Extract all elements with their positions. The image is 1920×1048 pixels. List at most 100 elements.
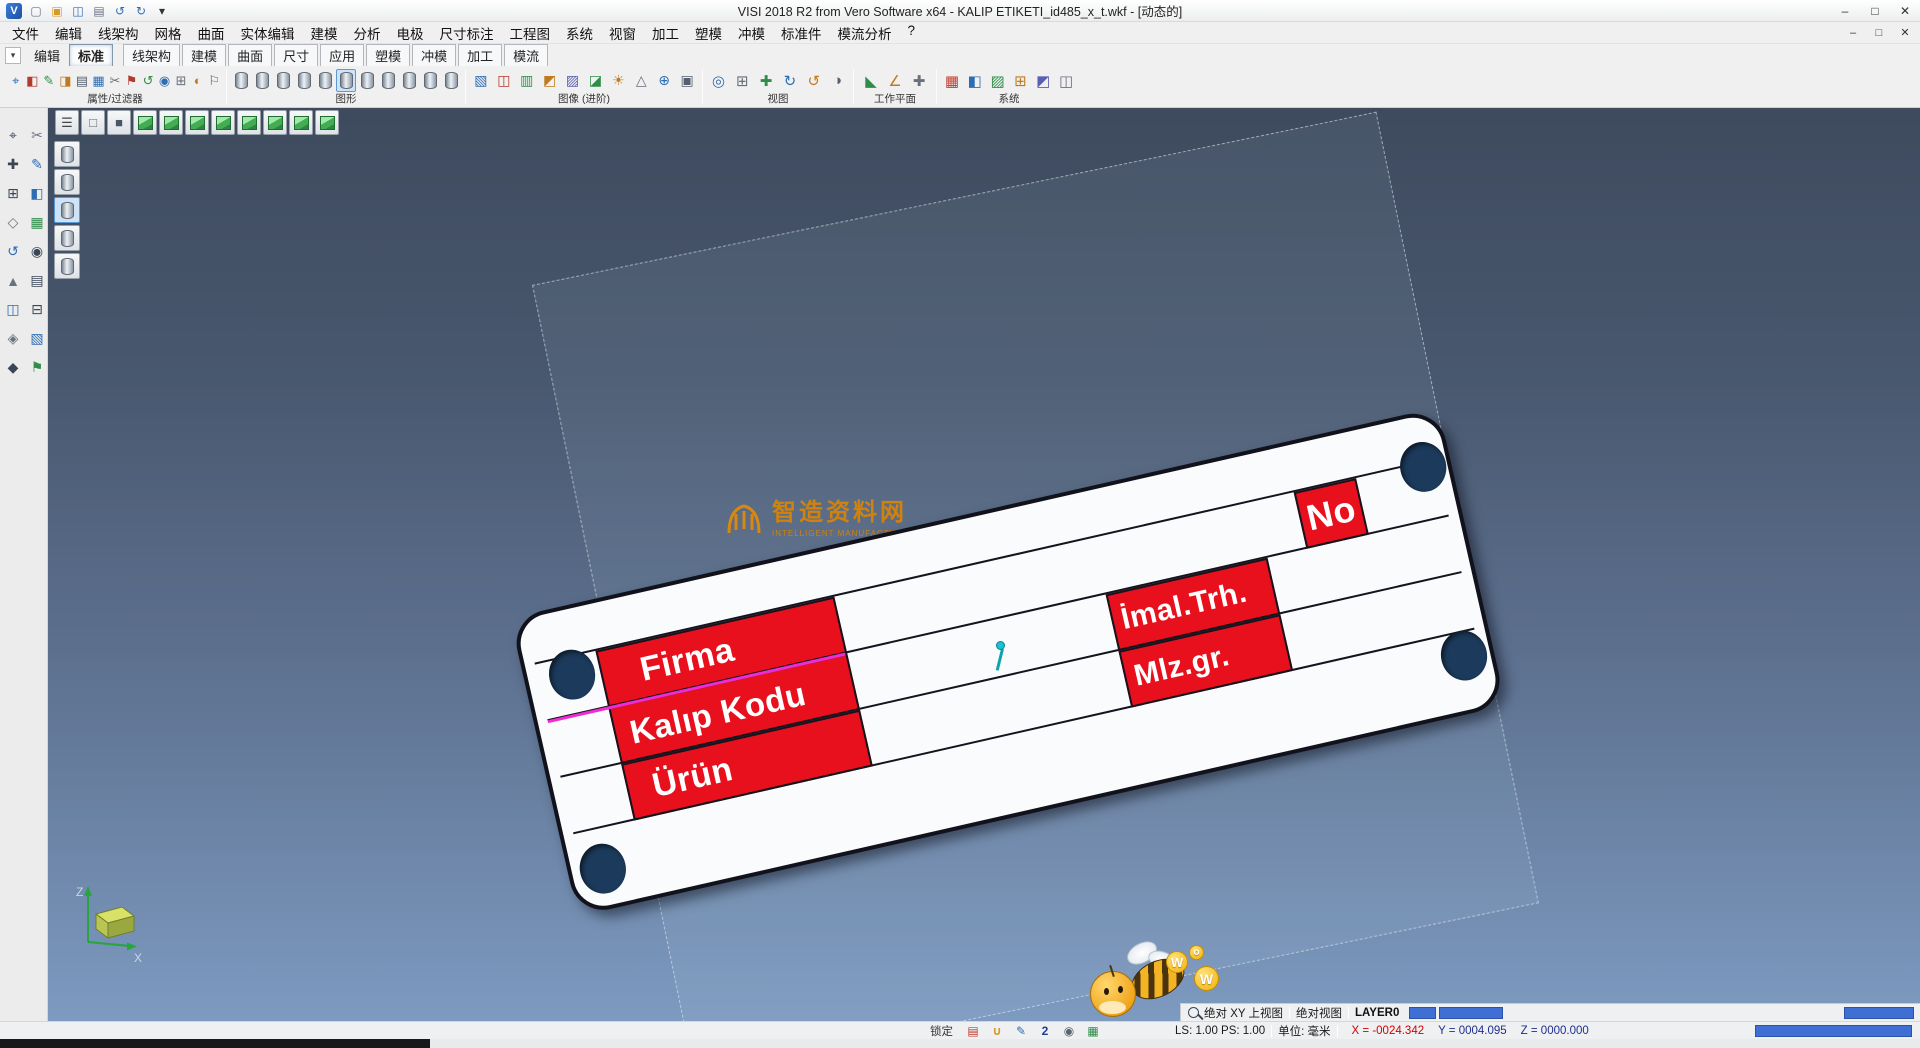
tab[interactable]: 塑模 [366, 44, 410, 67]
type-filter-icon[interactable]: ▦ [91, 69, 107, 92]
lock-toggle[interactable]: 锁定 [930, 1023, 953, 1039]
paint-icon[interactable]: ⚑ [124, 69, 140, 92]
menu-item[interactable]: 冲模 [730, 23, 773, 43]
menu-item[interactable]: 电极 [389, 23, 432, 43]
workplane-icon[interactable]: ◣ [860, 69, 883, 92]
save-file-icon[interactable]: ◫ [69, 3, 87, 19]
macro-icon[interactable]: ◩ [1032, 69, 1054, 92]
view-front-icon[interactable] [185, 110, 209, 135]
dock-diamond-icon[interactable]: ◇ [3, 213, 23, 232]
dock-mesh-icon[interactable]: ▦ [27, 213, 47, 232]
quickbar-dropdown-icon[interactable]: ▾ [153, 3, 171, 19]
dynamic-view-icon[interactable]: ◑ [826, 69, 849, 92]
menu-item[interactable]: 系统 [558, 23, 601, 43]
light-icon[interactable]: ☀ [607, 69, 629, 92]
dock-point-icon[interactable]: ✚ [3, 155, 23, 174]
zoom-all-icon[interactable]: ◎ [707, 69, 730, 92]
minimize-button[interactable]: – [1830, 0, 1860, 21]
dock-gem-icon[interactable]: ◈ [3, 329, 23, 348]
rotate-view-icon[interactable]: ↻ [779, 69, 802, 92]
layer-filter-icon[interactable]: ▤ [74, 69, 90, 92]
menu-item[interactable]: ? [900, 23, 924, 43]
section-view-icon[interactable]: △ [630, 69, 652, 92]
units-label[interactable]: 单位: 毫米 [1278, 1023, 1330, 1039]
workplane-reset-icon[interactable]: ✚ [908, 69, 931, 92]
dock-undo-icon[interactable]: ↺ [3, 242, 23, 261]
attribute-filter-icon[interactable]: ◧ [25, 69, 41, 92]
magnet-snap-icon[interactable]: ∪ [987, 1023, 1007, 1038]
dock-subtract-icon[interactable]: ⊟ [27, 300, 47, 319]
layer-selector[interactable]: LAYER0 [1355, 1007, 1399, 1019]
snapshot-icon[interactable]: ▣ [676, 69, 698, 92]
mdi-restore-button[interactable]: □ [1866, 23, 1892, 43]
dock-flag-icon[interactable]: ⚑ [27, 358, 47, 377]
help-system-icon[interactable]: ◫ [1055, 69, 1077, 92]
print-icon[interactable]: ▤ [90, 3, 108, 19]
section-x-icon[interactable] [54, 141, 80, 167]
render-icon[interactable]: ◩ [539, 69, 561, 92]
wireframe-icon[interactable]: ◫ [493, 69, 515, 92]
view-right-icon[interactable] [211, 110, 235, 135]
mdi-close-button[interactable]: ✕ [1892, 23, 1918, 43]
graphics-shade-icon[interactable] [273, 69, 293, 92]
view-iso-icon[interactable] [133, 110, 157, 135]
snap-settings-icon[interactable]: ▤ [963, 1023, 983, 1038]
menu-item[interactable]: 实体编辑 [233, 23, 303, 43]
dock-select-icon[interactable]: ⌖ [3, 126, 23, 145]
dock-grid-icon[interactable]: ⊞ [3, 184, 23, 203]
tab[interactable]: 应用 [320, 44, 364, 67]
dock-circle-icon[interactable]: ◉ [27, 242, 47, 261]
previous-view-icon[interactable]: ↺ [802, 69, 825, 92]
workplane-align-icon[interactable]: ∠ [884, 69, 907, 92]
menu-item[interactable]: 加工 [644, 23, 687, 43]
tab[interactable]: 曲面 [228, 44, 272, 67]
menu-item[interactable]: 曲面 [190, 23, 233, 43]
solid-box-icon[interactable]: ■ [107, 110, 131, 135]
shade-box-icon[interactable]: □ [81, 110, 105, 135]
menu-item[interactable]: 标准件 [773, 23, 830, 43]
dock-trim-icon[interactable]: ✂ [27, 126, 47, 145]
tab[interactable]: 线架构 [123, 44, 180, 67]
section-dynamic-icon[interactable] [54, 225, 80, 251]
absolute-view-label[interactable]: 绝对视图 [1296, 1005, 1342, 1021]
graphics-layer-icon[interactable] [357, 69, 377, 92]
graphics-solid-icon[interactable] [231, 69, 251, 92]
calculator-icon[interactable]: ⊞ [1010, 69, 1032, 92]
half-tone-icon[interactable]: ◐ [190, 69, 206, 92]
tab[interactable]: 尺寸 [274, 44, 318, 67]
flag-filter-icon[interactable]: ⚐ [206, 69, 222, 92]
grid-filter-icon[interactable]: ⊞ [173, 69, 189, 92]
draft-mode-icon[interactable]: ✎ [1011, 1023, 1031, 1038]
mdi-minimize-button[interactable]: – [1840, 23, 1866, 43]
menu-item[interactable]: 分析 [346, 23, 389, 43]
undo-icon[interactable]: ↺ [111, 3, 129, 19]
tab-dropdown-button[interactable]: ▾ [5, 47, 21, 64]
open-file-icon[interactable]: ▣ [48, 3, 66, 19]
graphics-unblank-icon[interactable] [420, 69, 440, 92]
dock-save-icon[interactable]: ◫ [3, 300, 23, 319]
dock-layers-icon[interactable]: ▤ [27, 271, 47, 290]
zoom-image-icon[interactable]: ⊕ [653, 69, 675, 92]
window-layout-icon[interactable]: ◧ [964, 69, 986, 92]
shading-icon[interactable]: ▧ [470, 69, 492, 92]
view-list-icon[interactable]: ☰ [55, 110, 79, 135]
dock-mirror-icon[interactable]: ◧ [27, 184, 47, 203]
graphics-wire-icon[interactable] [252, 69, 272, 92]
target-icon[interactable]: ◉ [157, 69, 173, 92]
graphics-blank-icon[interactable] [399, 69, 419, 92]
view-axon-icon[interactable] [315, 110, 339, 135]
tab[interactable]: 编辑 [25, 44, 69, 67]
close-button[interactable]: ✕ [1890, 0, 1920, 21]
transparency-icon[interactable]: ◪ [585, 69, 607, 92]
dock-sketch-icon[interactable]: ✎ [27, 155, 47, 174]
section-y-icon[interactable] [54, 169, 80, 195]
graphics-group-icon[interactable] [378, 69, 398, 92]
section-off-icon[interactable] [54, 253, 80, 279]
tab[interactable]: 冲模 [412, 44, 456, 67]
refresh-icon[interactable]: ↺ [140, 69, 156, 92]
menu-item[interactable]: 编辑 [47, 23, 90, 43]
redo-icon[interactable]: ↻ [132, 3, 150, 19]
zoom-window-icon[interactable]: ⊞ [731, 69, 754, 92]
property-edit-icon[interactable]: ✎ [41, 69, 57, 92]
pan-icon[interactable]: ✚ [755, 69, 778, 92]
